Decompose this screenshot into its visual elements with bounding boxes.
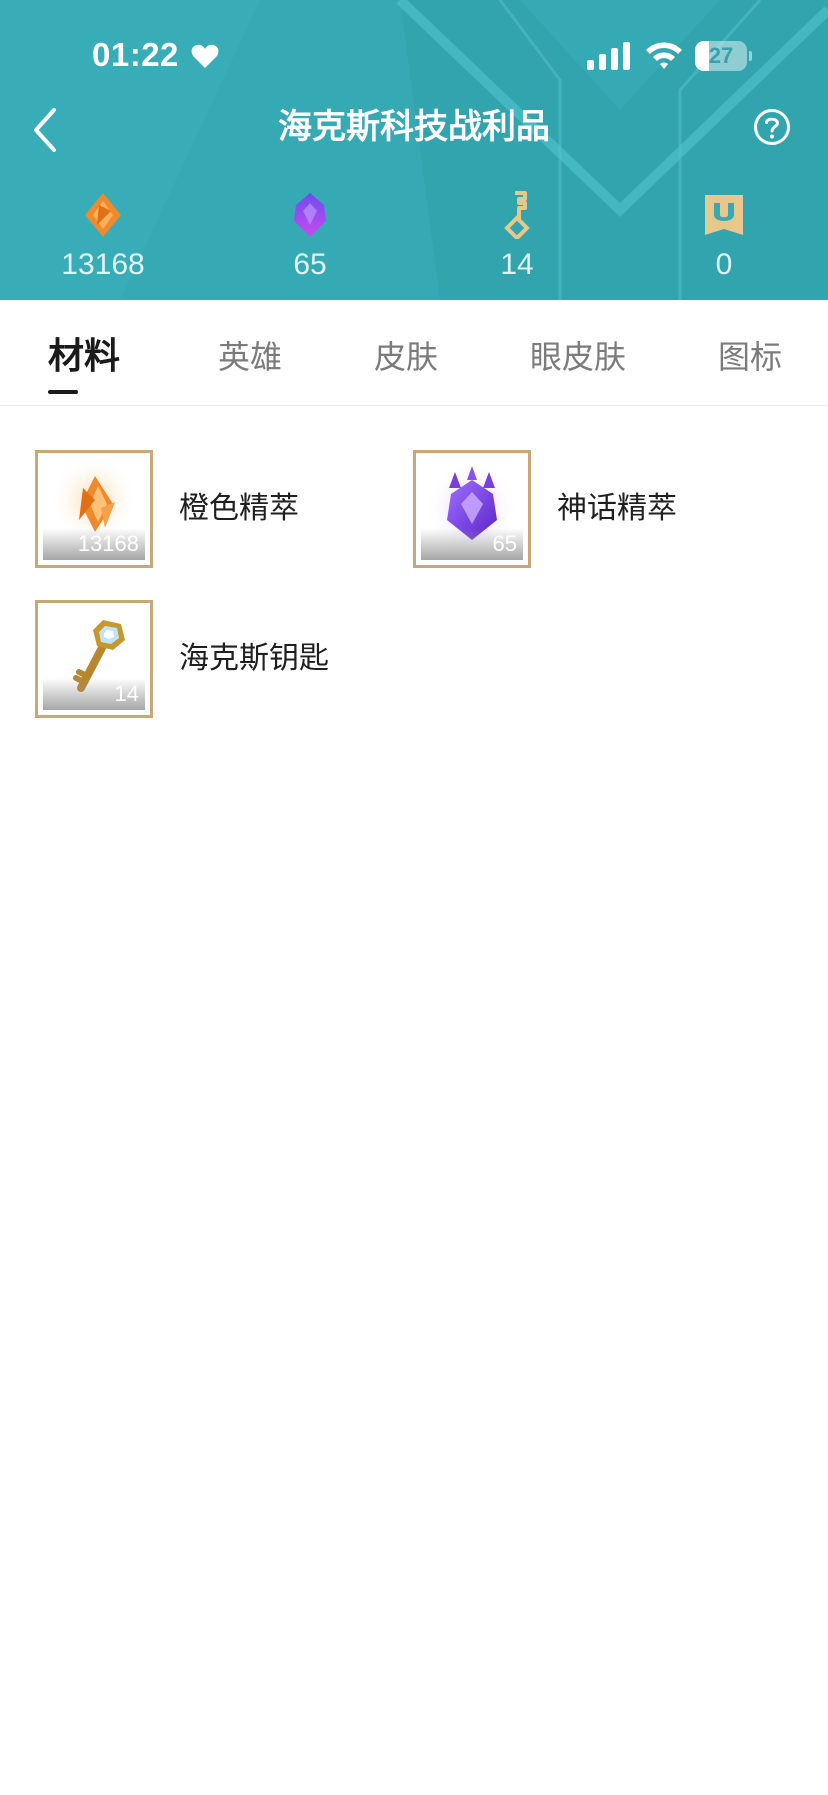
tab-skins[interactable]: 皮肤 bbox=[374, 332, 438, 382]
item-thumbnail: 14 bbox=[35, 600, 153, 718]
header: 01:22 27 海克斯科技战利品 13168 65 14 0 bbox=[0, 0, 828, 300]
currency-value: 13168 bbox=[61, 248, 145, 281]
item-count: 65 bbox=[492, 531, 517, 556]
tab-icons[interactable]: 图标 bbox=[718, 332, 782, 382]
item-count: 13168 bbox=[77, 531, 139, 556]
heart-icon bbox=[191, 44, 219, 68]
wifi-icon bbox=[646, 42, 682, 69]
tab-bar: 材料 英雄 皮肤 眼皮肤 图标 bbox=[0, 300, 828, 406]
item-name: 神话精萃 bbox=[557, 491, 677, 526]
item-orange-essence[interactable]: 13168 橙色精萃 bbox=[35, 450, 395, 570]
status-time: 01:22 bbox=[92, 36, 179, 73]
currency-ancient-shard: 0 bbox=[644, 185, 804, 285]
item-thumbnail-inner: 13168 bbox=[43, 458, 145, 560]
mythic-essence-icon bbox=[294, 193, 326, 237]
currency-value: 14 bbox=[500, 248, 534, 281]
status-bar: 01:22 27 bbox=[0, 0, 828, 100]
hextech-key-icon bbox=[504, 191, 530, 239]
help-button[interactable] bbox=[752, 107, 792, 147]
currency-value: 0 bbox=[715, 248, 733, 281]
battery-tip bbox=[749, 51, 752, 61]
item-name: 海克斯钥匙 bbox=[179, 641, 329, 676]
tab-ward-skins[interactable]: 眼皮肤 bbox=[530, 332, 626, 382]
tab-champions[interactable]: 英雄 bbox=[218, 332, 282, 382]
currency-mythic-essence: 65 bbox=[230, 185, 390, 285]
ancient-shard-icon bbox=[705, 195, 743, 235]
item-name: 橙色精萃 bbox=[179, 491, 299, 526]
loot-page: 01:22 27 海克斯科技战利品 13168 65 14 0 材料 英雄 皮肤… bbox=[0, 0, 828, 1795]
item-thumbnail-inner: 14 bbox=[43, 608, 145, 710]
item-hextech-key[interactable]: 14 海克斯钥匙 bbox=[35, 600, 395, 720]
currency-hextech-key: 14 bbox=[437, 185, 597, 285]
active-tab-indicator bbox=[48, 390, 78, 394]
cellular-signal-icon bbox=[587, 42, 630, 70]
orange-essence-icon bbox=[85, 193, 121, 237]
item-thumbnail: 65 bbox=[413, 450, 531, 568]
item-thumbnail-inner: 65 bbox=[421, 458, 523, 560]
currency-value: 65 bbox=[293, 248, 327, 281]
currency-orange-essence: 13168 bbox=[23, 185, 183, 285]
tab-materials[interactable]: 材料 bbox=[48, 332, 120, 382]
item-count: 14 bbox=[114, 681, 139, 706]
battery-level: 27 bbox=[708, 43, 734, 68]
battery-indicator: 27 bbox=[695, 41, 752, 71]
item-thumbnail: 13168 bbox=[35, 450, 153, 568]
item-mythic-essence[interactable]: 65 神话精萃 bbox=[413, 450, 773, 570]
page-title: 海克斯科技战利品 bbox=[278, 107, 550, 147]
